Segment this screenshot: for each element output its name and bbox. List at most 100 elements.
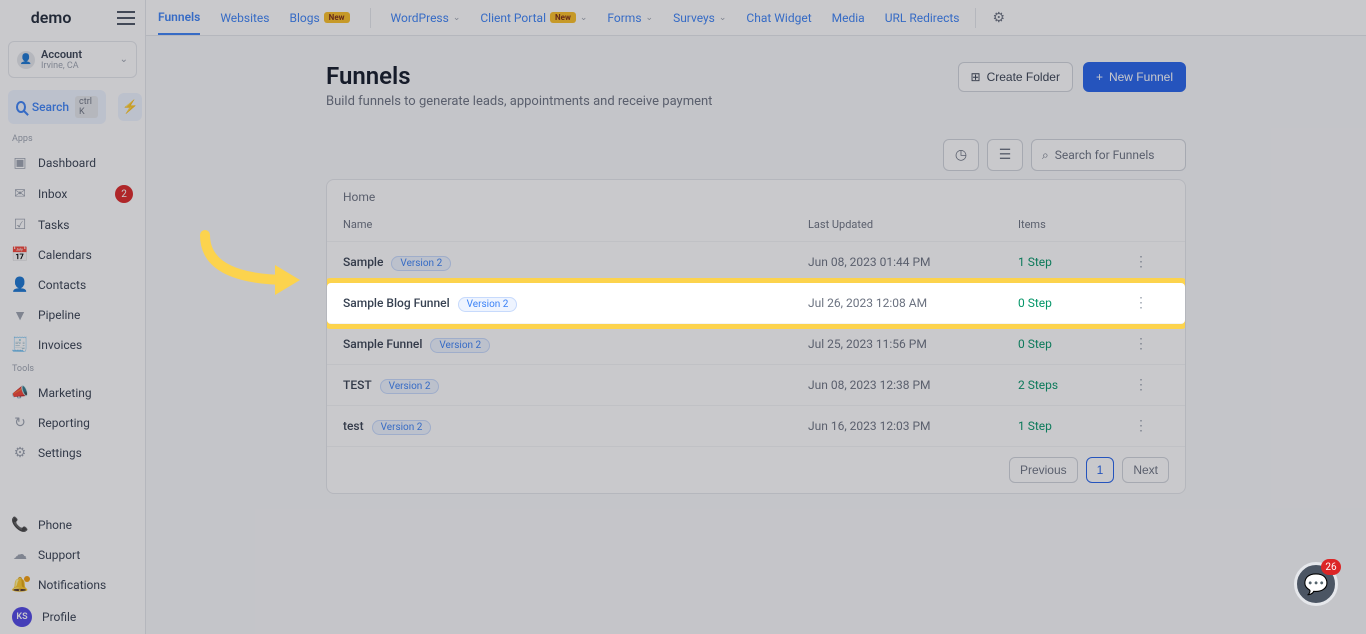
tab-url-redirects[interactable]: URL Redirects: [885, 2, 960, 34]
search-button[interactable]: Search ctrl K: [8, 90, 106, 124]
tab-client-portal[interactable]: Client Portal New ⌄: [480, 2, 587, 34]
sidebar-item-profile[interactable]: KSProfile: [0, 600, 145, 634]
search-icon: ⌕: [1042, 148, 1049, 163]
account-name: Account: [41, 48, 114, 61]
tasks-icon: ☑: [12, 217, 28, 233]
gear-icon[interactable]: ⚙: [992, 10, 1005, 26]
kebab-icon[interactable]: ⋮: [1134, 377, 1148, 393]
table-row[interactable]: Sample Funnel Version 2 Jul 25, 2023 11:56…: [327, 324, 1185, 365]
funnel-name: Sample: [343, 255, 383, 269]
sidebar-item-phone[interactable]: 📞Phone: [0, 510, 145, 540]
search-icon: [16, 101, 26, 113]
pager-previous[interactable]: Previous: [1009, 457, 1078, 483]
col-header-items: Items: [1018, 218, 1118, 231]
calendars-icon: 📅: [12, 247, 28, 263]
chat-bubble-button[interactable]: 💬 26: [1294, 562, 1338, 606]
list-view-icon-button[interactable]: ☰: [987, 139, 1023, 171]
marketing-icon: 📣: [12, 385, 28, 401]
version-pill: Version 2: [458, 297, 518, 312]
profile-avatar-icon: KS: [12, 607, 32, 627]
notification-dot: [24, 576, 30, 582]
main-content: Funnels Websites Blogs New WordPress ⌄ Clien…: [146, 0, 1366, 634]
sidebar-item-settings[interactable]: ⚙Settings: [0, 438, 145, 468]
sidebar-item-pipeline[interactable]: ▼Pipeline: [0, 300, 145, 330]
pager-page-1[interactable]: 1: [1086, 457, 1115, 483]
funnels-table: Home Name Last Updated Items Sample Versi…: [326, 179, 1186, 494]
sidebar-item-inbox[interactable]: ✉Inbox2: [0, 178, 145, 210]
sidebar-item-invoices[interactable]: 🧾Invoices: [0, 330, 145, 360]
chevron-down-icon: ⌄: [120, 54, 128, 65]
dashboard-icon: ▣: [12, 155, 28, 171]
version-pill: Version 2: [391, 256, 451, 271]
brand-logo: demo: [31, 8, 72, 27]
version-pill: Version 2: [380, 379, 440, 394]
sidebar-item-notifications[interactable]: 🔔Notifications: [0, 570, 145, 600]
kebab-icon[interactable]: ⋮: [1134, 336, 1148, 352]
chevron-down-icon: ⌄: [580, 13, 588, 23]
account-location: Irvine, CA: [41, 61, 114, 71]
chat-icon: 💬: [1304, 572, 1329, 596]
sidebar-item-support[interactable]: ☁Support: [0, 540, 145, 570]
tab-websites[interactable]: Websites: [220, 2, 269, 34]
chevron-down-icon: ⌄: [453, 13, 461, 23]
col-header-name: Name: [343, 218, 808, 231]
new-funnel-button[interactable]: + New Funnel: [1083, 62, 1186, 92]
funnel-name: Sample Blog Funnel: [343, 296, 450, 310]
phone-icon: 📞: [12, 517, 28, 533]
tab-surveys[interactable]: Surveys ⌄: [673, 2, 726, 34]
col-header-updated: Last Updated: [808, 218, 1018, 231]
section-tools-label: Tools: [0, 360, 145, 378]
table-row[interactable]: Sample Version 2 Jun 08, 2023 01:44 PM1 St…: [327, 242, 1185, 283]
version-pill: Version 2: [372, 420, 432, 435]
kebab-icon[interactable]: ⋮: [1134, 418, 1148, 434]
chevron-down-icon: ⌄: [719, 13, 727, 23]
sidebar: demo 👤 Account Irvine, CA ⌄ Search ctrl …: [0, 0, 146, 634]
hamburger-icon[interactable]: [117, 11, 135, 25]
tab-funnels[interactable]: Funnels: [158, 1, 200, 35]
funnel-updated: Jul 25, 2023 11:56 PM: [808, 337, 1018, 351]
chat-badge: 26: [1321, 559, 1341, 575]
breadcrumb[interactable]: Home: [327, 180, 1185, 208]
create-folder-button[interactable]: ⊞ Create Folder: [958, 62, 1073, 92]
chevron-down-icon: ⌄: [646, 13, 654, 23]
badge: 2: [115, 185, 133, 203]
version-pill: Version 2: [430, 338, 490, 353]
new-pill: New: [550, 12, 576, 23]
top-nav: Funnels Websites Blogs New WordPress ⌄ Clien…: [146, 0, 1366, 36]
funnel-updated: Jun 16, 2023 12:03 PM: [808, 419, 1018, 433]
funnel-items: 1 Step: [1018, 419, 1118, 433]
pager-next[interactable]: Next: [1122, 457, 1169, 483]
highlight-arrow-icon: [195, 225, 315, 305]
contacts-icon: 👤: [12, 277, 28, 293]
sidebar-item-dashboard[interactable]: ▣Dashboard: [0, 148, 145, 178]
reporting-icon: ↻: [12, 415, 28, 431]
funnel-updated: Jun 08, 2023 01:44 PM: [808, 255, 1018, 269]
page-title: Funnels: [326, 62, 712, 90]
history-icon-button[interactable]: ◷: [943, 139, 979, 171]
tab-forms[interactable]: Forms ⌄: [607, 2, 653, 34]
tab-chat-widget[interactable]: Chat Widget: [746, 2, 811, 34]
support-icon: ☁: [12, 547, 28, 563]
funnel-items: 1 Step: [1018, 255, 1118, 269]
sidebar-item-reporting[interactable]: ↻Reporting: [0, 408, 145, 438]
funnel-items: 0 Step: [1018, 337, 1118, 351]
funnel-name: Sample Funnel: [343, 337, 422, 351]
tab-blogs[interactable]: Blogs New: [290, 2, 350, 34]
pipeline-icon: ▼: [12, 307, 28, 323]
account-switcher[interactable]: 👤 Account Irvine, CA ⌄: [8, 41, 137, 78]
sidebar-item-tasks[interactable]: ☑Tasks: [0, 210, 145, 240]
invoices-icon: 🧾: [12, 337, 28, 353]
settings-icon: ⚙: [12, 445, 28, 461]
tab-wordpress[interactable]: WordPress ⌄: [391, 2, 461, 34]
sidebar-item-marketing[interactable]: 📣Marketing: [0, 378, 145, 408]
table-row[interactable]: testVersion 2Jun 16, 2023 12:03 PM1 Step…: [327, 406, 1185, 447]
sidebar-item-contacts[interactable]: 👤Contacts: [0, 270, 145, 300]
sidebar-item-calendars[interactable]: 📅Calendars: [0, 240, 145, 270]
tab-media[interactable]: Media: [832, 2, 865, 34]
kebab-icon[interactable]: ⋮: [1134, 295, 1148, 311]
flash-icon[interactable]: ⚡: [118, 93, 142, 121]
kebab-icon[interactable]: ⋮: [1134, 254, 1148, 270]
table-row[interactable]: Sample Blog FunnelVersion 2Jul 26, 2023 …: [327, 283, 1185, 324]
search-funnels-input[interactable]: ⌕ Search for Funnels: [1031, 139, 1186, 171]
table-row[interactable]: TESTVersion 2Jun 08, 2023 12:38 PM2 Step…: [327, 365, 1185, 406]
